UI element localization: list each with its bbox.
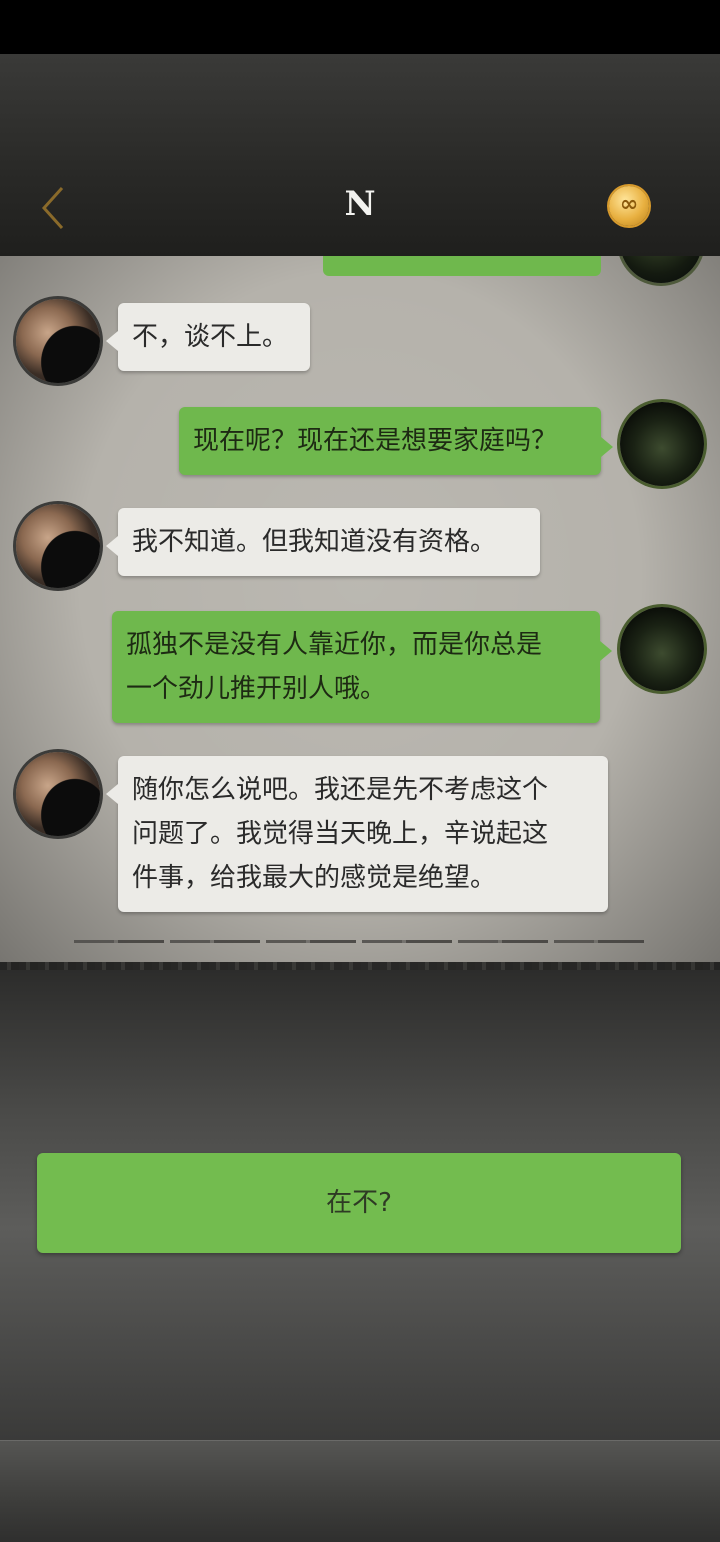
previous-message-bubble — [323, 256, 601, 276]
player-message-bubble: 现在呢？现在还是想要家庭吗？ — [179, 407, 613, 475]
npc-avatar — [16, 504, 100, 588]
coin-symbol: ∞ — [619, 192, 639, 217]
status-bar — [0, 0, 720, 54]
npc-message-bubble: 随你怎么说吧。我还是先不考虑这个 问题了。我觉得当天晚上，辛说起这 件事，给我最… — [106, 756, 608, 912]
npc-message-bubble: 我不知道。但我知道没有资格。 — [106, 508, 540, 576]
message-text: 不，谈不上。 — [132, 322, 289, 352]
player-avatar — [620, 256, 702, 283]
player-message-bubble: 孤独不是没有人靠近你，而是你总是 一个劲儿推开别人哦。 — [112, 611, 612, 723]
message-text-line: 一个劲儿推开别人哦。 — [126, 674, 387, 704]
message-text-line: 孤独不是没有人靠近你，而是你总是 — [126, 630, 543, 660]
bottom-bar — [0, 1440, 720, 1542]
reply-choice-label: 在不? — [326, 1188, 392, 1218]
message-text: 我不知道。但我知道没有资格。 — [132, 527, 497, 557]
chat-header: N — [0, 54, 720, 256]
reply-choice-button[interactable]: 在不? — [37, 1153, 681, 1253]
player-avatar — [620, 402, 704, 486]
npc-avatar — [16, 752, 100, 836]
chat-divider — [74, 940, 644, 943]
infinity-coin-icon[interactable]: ∞ — [609, 186, 649, 226]
chat-log[interactable]: 不，谈不上。 现在呢？现在还是想要家庭吗？ 我不知道。但我知道没有资格。 孤独不… — [0, 256, 720, 970]
message-text: 现在呢？现在还是想要家庭吗？ — [193, 426, 558, 456]
player-avatar — [620, 607, 704, 691]
npc-message-bubble: 不，谈不上。 — [106, 303, 310, 371]
message-text-line: 随你怎么说吧。我还是先不考虑这个 — [132, 775, 549, 805]
message-text-line: 件事，给我最大的感觉是绝望。 — [132, 863, 497, 893]
message-text-line: 问题了。我觉得当天晚上，辛说起这 — [132, 819, 549, 849]
npc-avatar — [16, 299, 100, 383]
